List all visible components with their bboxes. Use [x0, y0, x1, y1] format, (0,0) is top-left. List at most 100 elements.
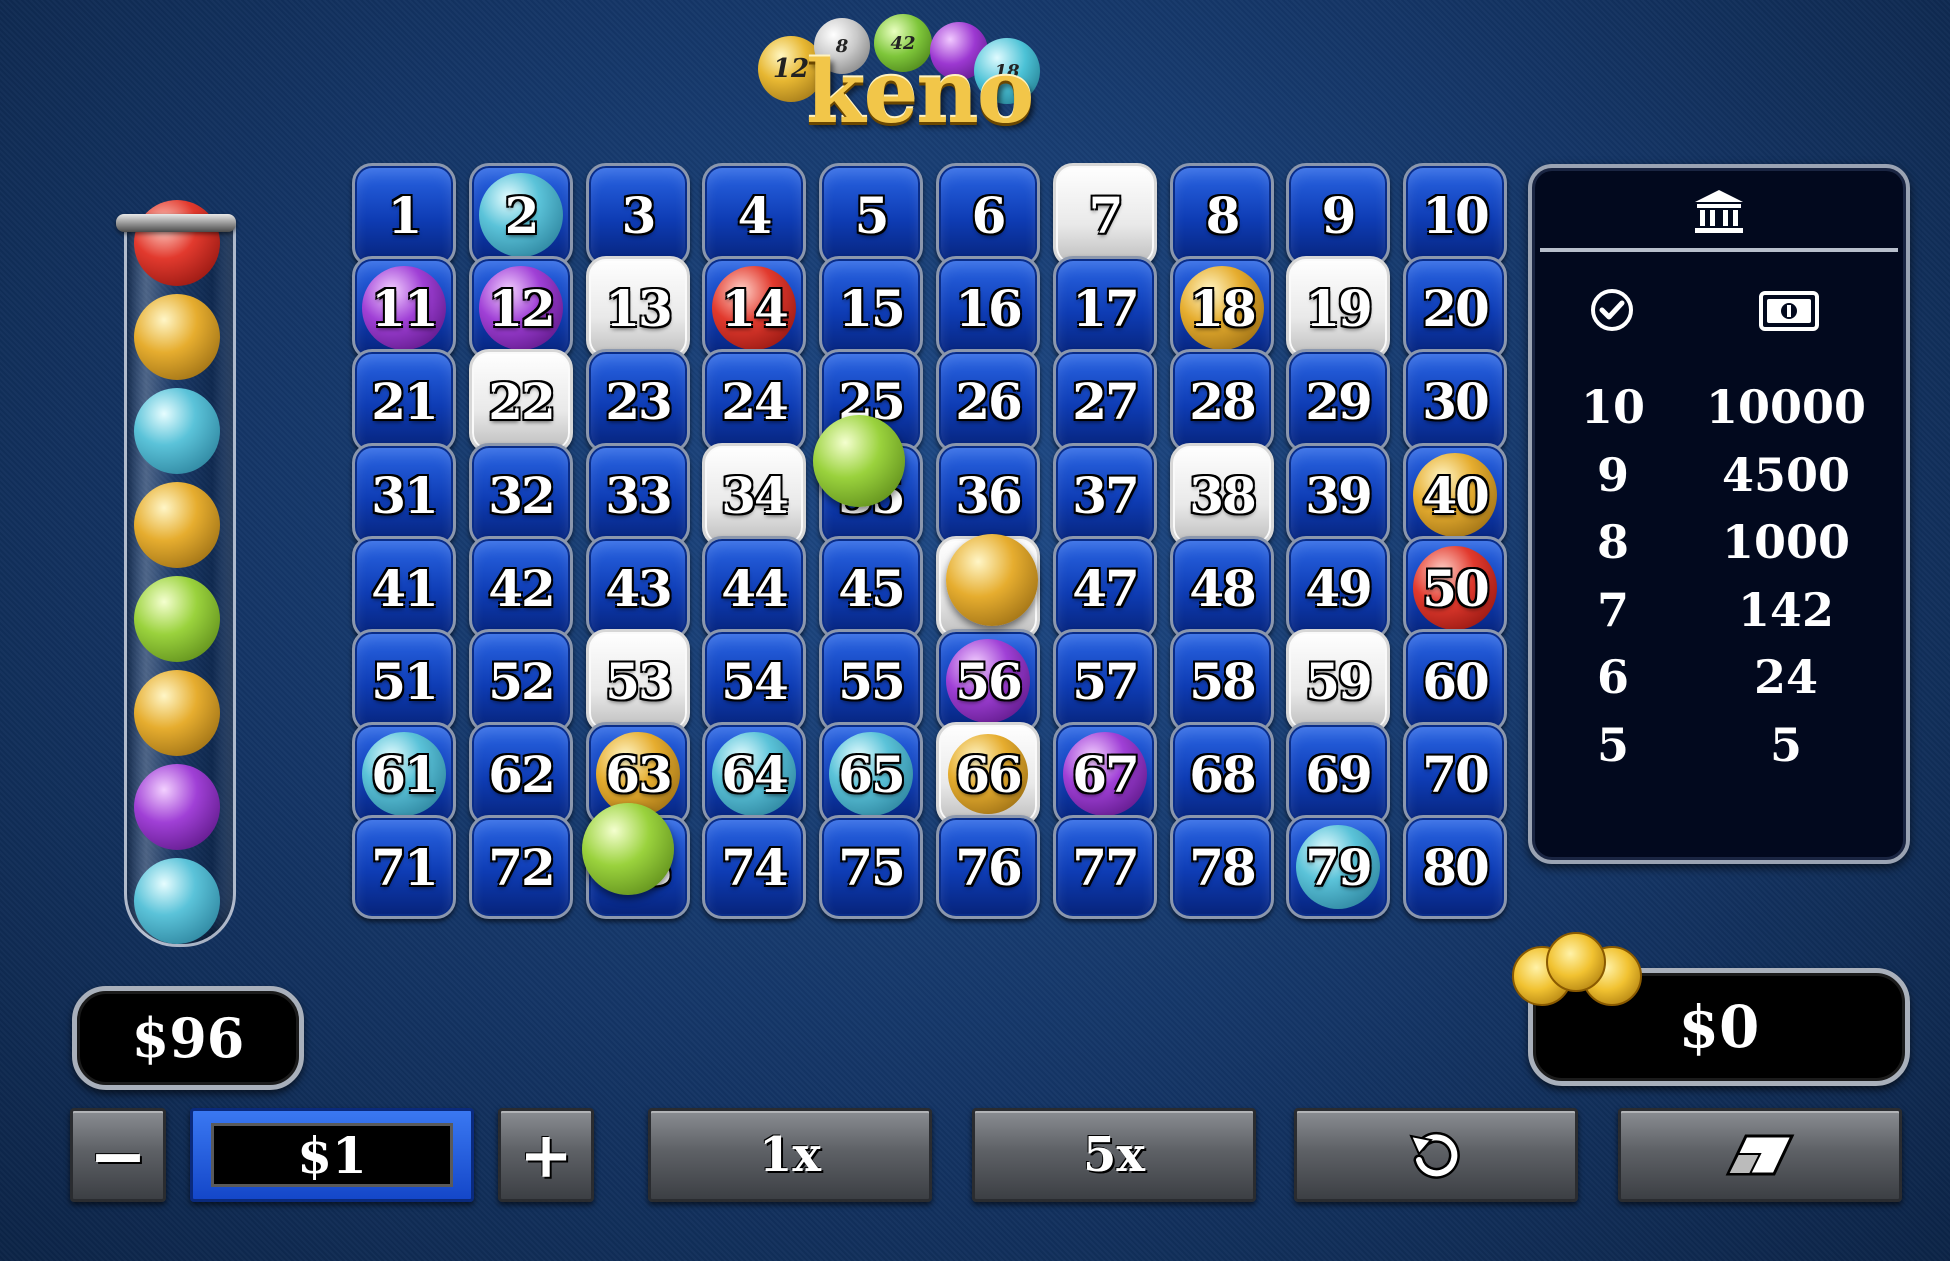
number-cell-45[interactable]: 45 — [819, 536, 923, 640]
number-cell-17[interactable]: 17 — [1053, 256, 1157, 360]
number-cell-9[interactable]: 9 — [1286, 163, 1390, 267]
number-cell-47[interactable]: 47 — [1053, 536, 1157, 640]
number-cell-5[interactable]: 5 — [819, 163, 923, 267]
number-cell-75[interactable]: 75 — [819, 815, 923, 919]
number-cell-43[interactable]: 43 — [586, 536, 690, 640]
number-cell-19[interactable]: 19 — [1286, 256, 1390, 360]
banknote-icon — [1759, 291, 1819, 331]
number-cell-77[interactable]: 77 — [1053, 815, 1157, 919]
number-cell-6[interactable]: 6 — [936, 163, 1040, 267]
number-cell-32[interactable]: 32 — [469, 443, 573, 547]
number-cell-79[interactable]: 79 — [1286, 815, 1390, 919]
number-cell-37[interactable]: 37 — [1053, 443, 1157, 547]
number-cell-61[interactable]: 61 — [352, 722, 456, 826]
number-cell-72[interactable]: 72 — [469, 815, 573, 919]
clear-button[interactable] — [1618, 1108, 1902, 1202]
number-cell-52[interactable]: 52 — [469, 629, 573, 733]
number-cell-65[interactable]: 65 — [819, 722, 923, 826]
number-cell-53[interactable]: 53 — [586, 629, 690, 733]
number-cell-44[interactable]: 44 — [702, 536, 806, 640]
falling-ball — [946, 534, 1038, 626]
number-cell-1[interactable]: 1 — [352, 163, 456, 267]
number-cell-10[interactable]: 10 — [1403, 163, 1507, 267]
number-cell-48[interactable]: 48 — [1170, 536, 1274, 640]
number-cell-23[interactable]: 23 — [586, 349, 690, 453]
number-cell-56[interactable]: 56 — [936, 629, 1040, 733]
number-cell-70[interactable]: 70 — [1403, 722, 1507, 826]
number-cell-2[interactable]: 2 — [469, 163, 573, 267]
paytable-payout: 10000 — [1705, 380, 1867, 434]
number-cell-64[interactable]: 64 — [702, 722, 806, 826]
number-cell-28[interactable]: 28 — [1170, 349, 1274, 453]
number-label: 70 — [1422, 744, 1490, 804]
number-cell-31[interactable]: 31 — [352, 443, 456, 547]
number-cell-80[interactable]: 80 — [1403, 815, 1507, 919]
number-board: 1 2 3 4 5 6 7 8 9 10 11 12 13 14 15 16 17 18 19 20 21 22 23 24 2… — [352, 163, 1507, 1085]
number-label: 75 — [838, 837, 906, 897]
number-cell-34[interactable]: 34 — [702, 443, 806, 547]
number-cell-18[interactable]: 18 — [1170, 256, 1274, 360]
number-label: 14 — [721, 278, 789, 338]
number-label: 42 — [488, 558, 556, 618]
number-cell-29[interactable]: 29 — [1286, 349, 1390, 453]
number-cell-3[interactable]: 3 — [586, 163, 690, 267]
number-cell-38[interactable]: 38 — [1170, 443, 1274, 547]
number-cell-57[interactable]: 57 — [1053, 629, 1157, 733]
number-cell-15[interactable]: 15 — [819, 256, 923, 360]
number-cell-78[interactable]: 78 — [1170, 815, 1274, 919]
number-cell-51[interactable]: 51 — [352, 629, 456, 733]
bet-amount: $1 — [211, 1123, 453, 1187]
number-cell-60[interactable]: 60 — [1403, 629, 1507, 733]
number-cell-50[interactable]: 50 — [1403, 536, 1507, 640]
number-cell-55[interactable]: 55 — [819, 629, 923, 733]
number-label: 78 — [1189, 837, 1257, 897]
number-cell-8[interactable]: 8 — [1170, 163, 1274, 267]
number-cell-13[interactable]: 13 — [586, 256, 690, 360]
number-cell-12[interactable]: 12 — [469, 256, 573, 360]
number-cell-22[interactable]: 22 — [469, 349, 573, 453]
number-cell-30[interactable]: 30 — [1403, 349, 1507, 453]
number-cell-49[interactable]: 49 — [1286, 536, 1390, 640]
number-cell-26[interactable]: 26 — [936, 349, 1040, 453]
number-cell-69[interactable]: 69 — [1286, 722, 1390, 826]
number-label: 69 — [1305, 744, 1373, 804]
number-cell-71[interactable]: 71 — [352, 815, 456, 919]
number-cell-36[interactable]: 36 — [936, 443, 1040, 547]
number-cell-59[interactable]: 59 — [1286, 629, 1390, 733]
number-label: 6 — [971, 185, 1007, 245]
number-cell-40[interactable]: 40 — [1403, 443, 1507, 547]
number-cell-68[interactable]: 68 — [1170, 722, 1274, 826]
number-cell-4[interactable]: 4 — [702, 163, 806, 267]
number-cell-20[interactable]: 20 — [1403, 256, 1507, 360]
number-label: 15 — [838, 278, 906, 338]
number-cell-62[interactable]: 62 — [469, 722, 573, 826]
play-1x-button[interactable]: 1x — [648, 1108, 932, 1202]
number-cell-24[interactable]: 24 — [702, 349, 806, 453]
number-label: 41 — [371, 558, 439, 618]
number-cell-33[interactable]: 33 — [586, 443, 690, 547]
number-cell-58[interactable]: 58 — [1170, 629, 1274, 733]
paytable-row: 10 10000 — [1532, 380, 1906, 444]
number-cell-42[interactable]: 42 — [469, 536, 573, 640]
increase-bet-button[interactable]: + — [498, 1108, 594, 1202]
play-5x-button[interactable]: 5x — [972, 1108, 1256, 1202]
number-label: 45 — [838, 558, 906, 618]
number-cell-14[interactable]: 14 — [702, 256, 806, 360]
paytable-row: 55 — [1532, 718, 1906, 782]
number-cell-74[interactable]: 74 — [702, 815, 806, 919]
number-label: 38 — [1189, 465, 1257, 525]
number-cell-39[interactable]: 39 — [1286, 443, 1390, 547]
number-cell-67[interactable]: 67 — [1053, 722, 1157, 826]
number-cell-16[interactable]: 16 — [936, 256, 1040, 360]
number-cell-54[interactable]: 54 — [702, 629, 806, 733]
number-cell-21[interactable]: 21 — [352, 349, 456, 453]
decrease-bet-button[interactable]: − — [70, 1108, 166, 1202]
number-cell-76[interactable]: 76 — [936, 815, 1040, 919]
number-label: 58 — [1189, 651, 1257, 711]
undo-button[interactable] — [1294, 1108, 1578, 1202]
number-cell-7[interactable]: 7 — [1053, 163, 1157, 267]
number-cell-11[interactable]: 11 — [352, 256, 456, 360]
number-cell-66[interactable]: 66 — [936, 722, 1040, 826]
number-cell-41[interactable]: 41 — [352, 536, 456, 640]
number-cell-27[interactable]: 27 — [1053, 349, 1157, 453]
